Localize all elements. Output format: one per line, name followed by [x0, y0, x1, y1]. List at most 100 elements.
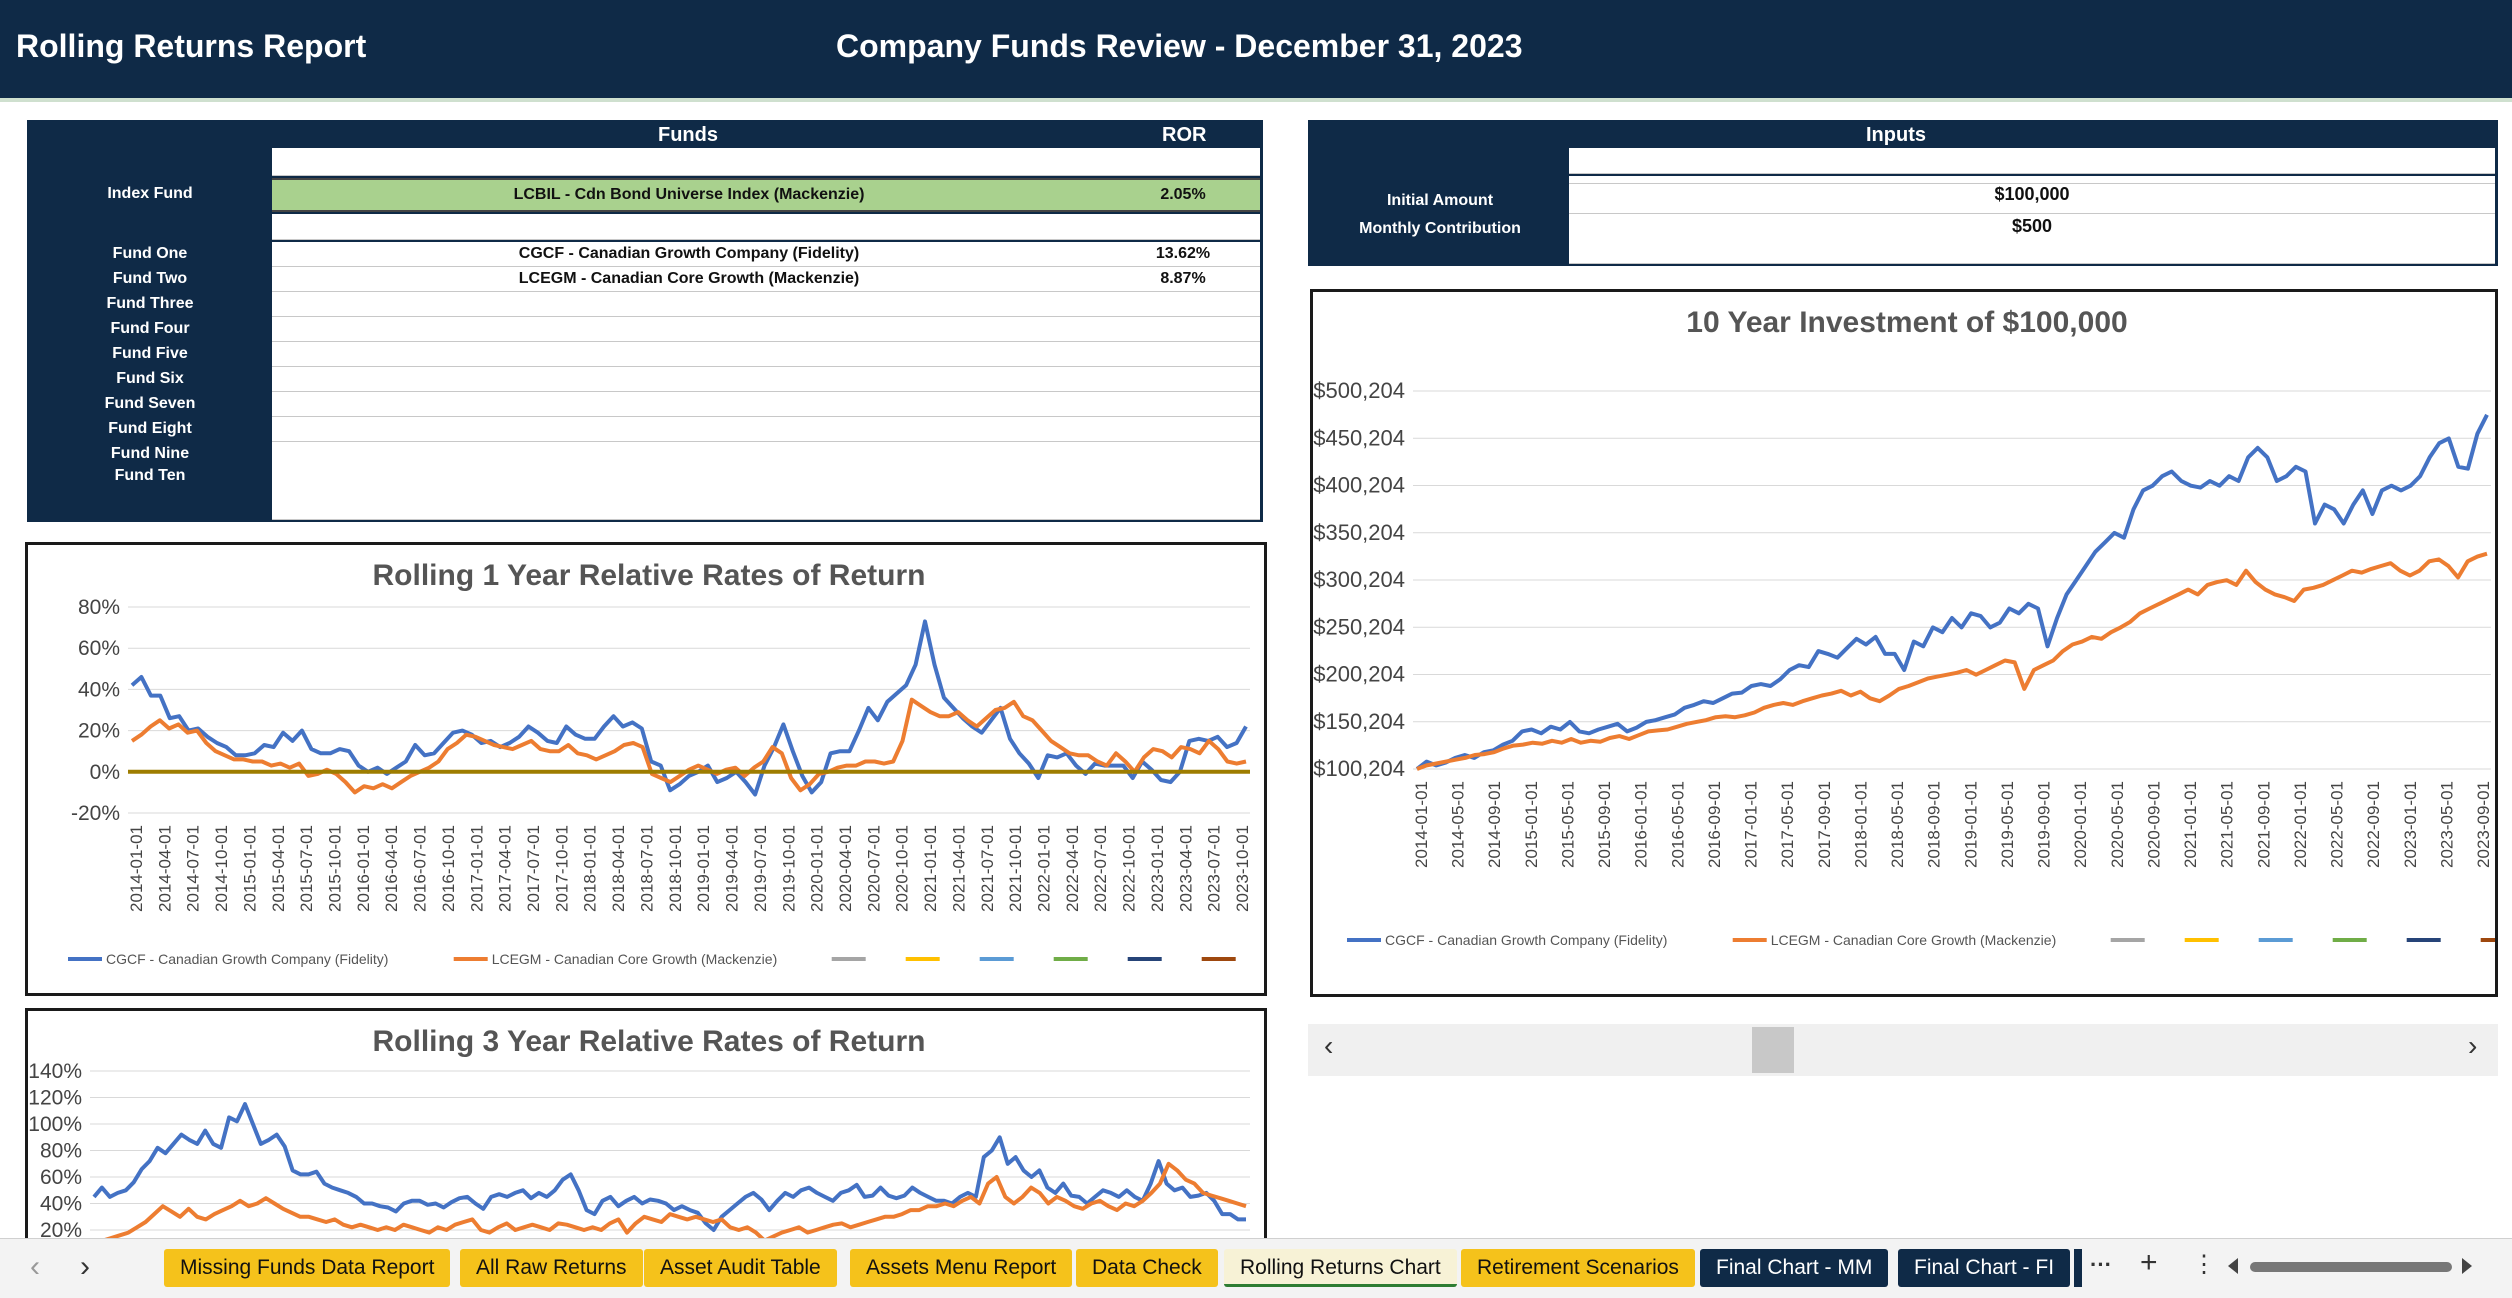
investment-chart[interactable]: 10 Year Investment of $100,000 $500,204 $…	[1310, 289, 2498, 997]
sheet-tab[interactable]: All Raw Returns	[460, 1249, 643, 1287]
x-tick-label: 2020-07-01	[864, 825, 883, 912]
x-tick-label: 2016-10-01	[439, 825, 458, 912]
scroll-right-arrow[interactable]: ›	[2468, 1030, 2477, 1062]
sheet-tab[interactable]: Rolling Returns Chart	[1224, 1249, 1457, 1287]
report-subtitle: Company Funds Review - December 31, 2023	[836, 28, 1523, 64]
x-tick-label: 2019-01-01	[694, 825, 713, 912]
tab-prev-button[interactable]: ‹	[30, 1250, 40, 1284]
fund-row-3[interactable]	[272, 292, 1260, 317]
funds-cell-blank-2[interactable]	[272, 214, 1260, 240]
tab-scroll-left-icon[interactable]	[2228, 1258, 2238, 1274]
x-tick-label: 2018-09-01	[1925, 781, 1944, 868]
funds-cell-blank-1[interactable]	[272, 148, 1260, 176]
sheet-tab[interactable]: Assets Menu Report	[850, 1249, 1073, 1287]
report-header: Rolling Returns Report Company Funds Rev…	[0, 0, 2512, 102]
series-line-1	[1415, 413, 2489, 771]
sheet-tab[interactable]: Final Chart - MM	[1700, 1249, 1889, 1287]
add-sheet-icon[interactable]: +	[2140, 1246, 2158, 1280]
funds-column-header: Funds	[658, 124, 718, 146]
x-tick-label: 2016-09-01	[1705, 781, 1724, 868]
fund-row-label: Fund One	[112, 245, 188, 262]
legend-label: LCEGM - Canadian Core Growth (Mackenzie)	[1771, 932, 2057, 948]
x-tick-label: 2015-09-01	[1595, 781, 1614, 868]
fund-row-10[interactable]	[272, 464, 1260, 520]
x-tick-label: 2020-10-01	[893, 825, 912, 912]
index-fund-name: LCBIL - Cdn Bond Universe Index (Mackenz…	[513, 186, 865, 203]
sheet-tab[interactable]: Asset Audit Table	[644, 1249, 837, 1287]
fund-row-label: Fund Six	[116, 370, 184, 387]
tab-scrollbar-thumb[interactable]	[2250, 1262, 2452, 1272]
fund-row-5[interactable]	[272, 342, 1260, 367]
tab-next-button[interactable]: ›	[80, 1250, 90, 1284]
x-tick-label: 2023-04-01	[1176, 825, 1195, 912]
fund-row-label: Fund Ten	[114, 467, 186, 484]
fund-row-4[interactable]	[272, 317, 1260, 342]
x-tick-label: 2020-09-01	[2144, 781, 2163, 868]
x-tick-label: 2017-04-01	[496, 825, 515, 912]
fund-row-name: LCEGM - Canadian Core Growth (Mackenzie)	[518, 270, 860, 287]
sheet-tab-partial[interactable]	[2074, 1249, 2082, 1287]
y-tick-label: 60%	[40, 1166, 82, 1189]
x-tick-label: 2017-05-01	[1778, 781, 1797, 868]
x-tick-label: 2015-10-01	[326, 825, 345, 912]
investment-plot: $500,204 $450,204 $400,204 $350,204 $300,204…	[1313, 378, 2495, 948]
x-tick-label: 2016-01-01	[1632, 781, 1651, 868]
tab-scroll-right-icon[interactable]	[2462, 1258, 2472, 1274]
x-tick-label: 2018-10-01	[666, 825, 685, 912]
scroll-left-arrow[interactable]: ‹	[1324, 1030, 1333, 1062]
x-tick-label: 2021-07-01	[978, 825, 997, 912]
monthly-contribution-value: $500	[2011, 216, 2053, 236]
x-tick-label: 2023-07-01	[1205, 825, 1224, 912]
y-tick-label: $450,204	[1313, 425, 1405, 450]
sheet-tab[interactable]: Missing Funds Data Report	[164, 1249, 451, 1287]
x-tick-label: 2022-05-01	[2328, 781, 2347, 868]
x-tick-label: 2017-01-01	[1742, 781, 1761, 868]
sheet-options-icon[interactable]: ⋮	[2192, 1250, 2216, 1279]
x-tick-label: 2020-01-01	[808, 825, 827, 912]
x-tick-label: 2015-01-01	[1522, 781, 1541, 868]
fund-row-8[interactable]	[272, 417, 1260, 442]
x-tick-label: 2016-05-01	[1668, 781, 1687, 868]
monthly-contribution-label: Monthly Contribution	[1359, 220, 1521, 237]
scroll-thumb[interactable]	[1752, 1027, 1794, 1073]
rolling-3yr-chart[interactable]: Rolling 3 Year Relative Rates of Return …	[25, 1008, 1267, 1248]
index-fund-ror: 2.05%	[1160, 186, 1206, 203]
initial-amount-label: Initial Amount	[1386, 192, 1494, 209]
x-tick-label: 2017-01-01	[467, 825, 486, 912]
x-tick-label: 2021-10-01	[1006, 825, 1025, 912]
y-tick-label: 120%	[28, 1087, 82, 1110]
x-tick-label: 2018-01-01	[1851, 781, 1870, 868]
y-tick-label: 60%	[78, 637, 120, 660]
sheet-tab[interactable]: Final Chart - FI	[1898, 1249, 2071, 1287]
series-line-2	[1416, 551, 2488, 771]
fund-row-7[interactable]	[272, 392, 1260, 417]
x-tick-label: 2017-09-01	[1815, 781, 1834, 868]
x-tick-label: 2021-09-01	[2254, 781, 2273, 868]
x-tick-label: 2019-05-01	[1998, 781, 2017, 868]
inputs-cell-blank-1[interactable]	[1569, 148, 2495, 174]
fund-row-label: Fund Five	[112, 345, 188, 362]
x-tick-label: 2021-05-01	[2218, 781, 2237, 868]
rolling-1yr-plot: 80% 60% 40% 20% 0% -20% 2014-01-01 2014-04-01 20…	[68, 596, 1252, 967]
sheet-tab[interactable]: Retirement Scenarios	[1461, 1249, 1695, 1287]
chart-horizontal-scrollbar[interactable]: ‹ ›	[1308, 1024, 2498, 1076]
sheet-tab[interactable]: Data Check	[1076, 1249, 1218, 1287]
x-tick-label: 2020-01-01	[2071, 781, 2090, 868]
x-tick-label: 2018-05-01	[1888, 781, 1907, 868]
x-tick-label: 2014-01-01	[1412, 781, 1431, 868]
x-tick-label: 2022-10-01	[1120, 825, 1139, 912]
x-tick-label: 2019-04-01	[723, 825, 742, 912]
x-tick-label: 2022-04-01	[1063, 825, 1082, 912]
inputs-cell-blank-2[interactable]	[1569, 176, 2495, 184]
fund-row-name: CGCF - Canadian Growth Company (Fidelity…	[518, 245, 860, 262]
y-tick-label: $500,204	[1313, 378, 1405, 403]
rolling-1yr-chart[interactable]: Rolling 1 Year Relative Rates of Return …	[25, 542, 1267, 996]
y-tick-label: $250,204	[1313, 614, 1405, 639]
fund-row-6[interactable]	[272, 367, 1260, 392]
x-tick-label: 2021-01-01	[2181, 781, 2200, 868]
y-tick-label: 140%	[28, 1060, 82, 1083]
x-tick-label: 2019-01-01	[1961, 781, 1980, 868]
x-tick-label: 2023-05-01	[2437, 781, 2456, 868]
more-sheets-icon[interactable]: ···	[2090, 1252, 2112, 1278]
x-tick-label: 2014-04-01	[155, 825, 174, 912]
